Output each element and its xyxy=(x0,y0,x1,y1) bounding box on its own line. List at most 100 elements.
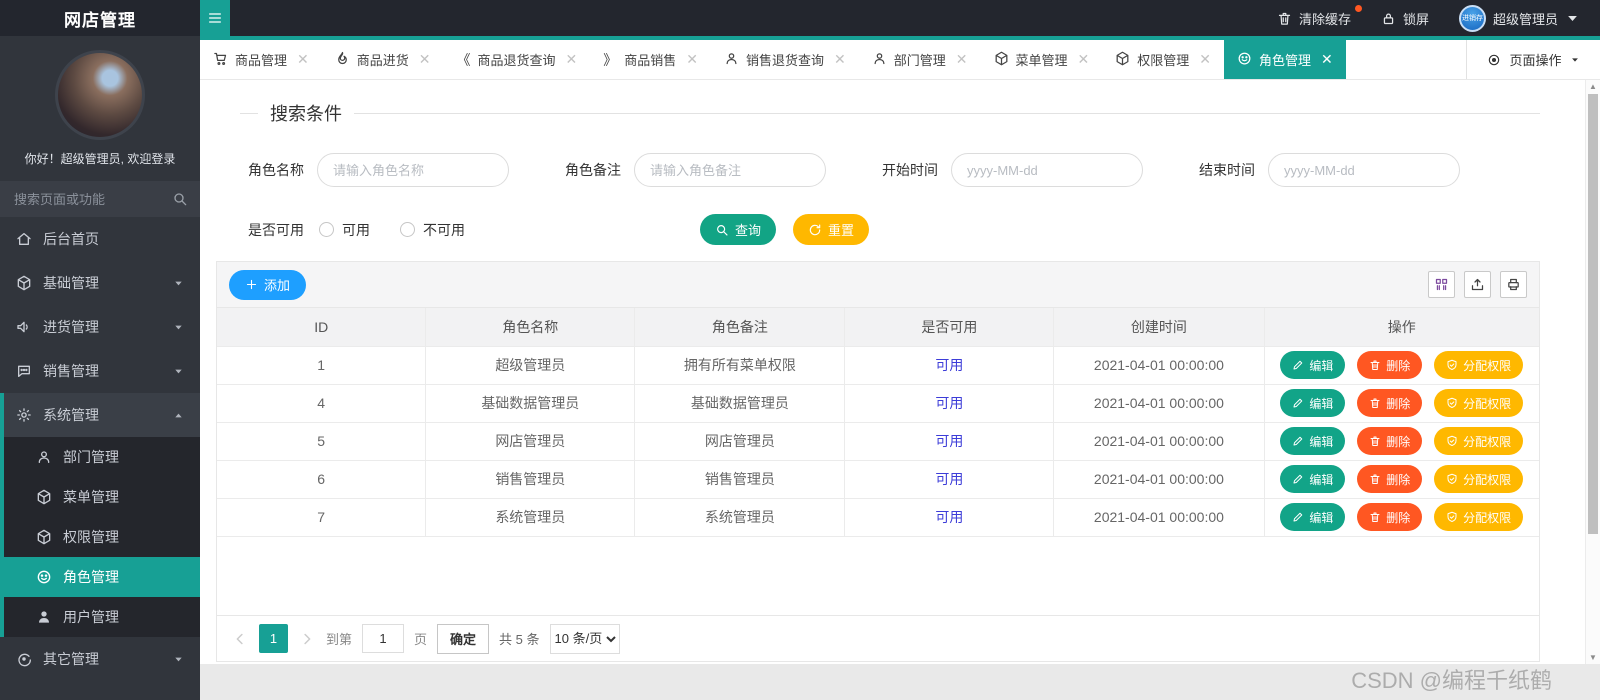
system-submenu: 部门管理 菜单管理 权限管理 角色管理 用户管理 xyxy=(4,437,200,637)
col-header-actions: 操作 xyxy=(1263,308,1539,347)
radio-enabled-no[interactable]: 不可用 xyxy=(400,220,465,240)
edit-button[interactable]: 编辑 xyxy=(1280,465,1346,493)
cell-role-name: 系统管理员 xyxy=(425,497,636,537)
sidebar-item-home[interactable]: 后台首页 xyxy=(0,217,200,261)
cell-enabled: 可用 xyxy=(844,345,1055,385)
trash-icon xyxy=(1369,435,1381,447)
pencil-icon xyxy=(1292,435,1304,447)
sidebar-item-other-mgmt[interactable]: 其它管理 xyxy=(0,637,200,681)
close-tab-icon[interactable]: ✕ xyxy=(834,51,846,68)
edit-button[interactable]: 编辑 xyxy=(1280,427,1346,455)
tab[interactable]: 商品管理 ✕ xyxy=(200,40,322,79)
assign-permissions-button[interactable]: 分配权限 xyxy=(1434,427,1524,455)
toggle-columns-button[interactable] xyxy=(1428,271,1455,298)
tab[interactable]: 菜单管理 ✕ xyxy=(981,40,1103,79)
divider xyxy=(354,112,1540,114)
assign-permissions-button[interactable]: 分配权限 xyxy=(1434,465,1524,493)
shield-check-icon xyxy=(1446,359,1458,371)
tab-label: 权限管理 xyxy=(1137,53,1190,68)
export-button[interactable] xyxy=(1464,271,1491,298)
tab[interactable]: 销售退货查询 ✕ xyxy=(711,40,859,79)
end-date-label: 结束时间 xyxy=(1199,162,1255,178)
confirm-page-button[interactable]: 确定 xyxy=(437,623,490,654)
sidebar-item-department-mgmt[interactable]: 部门管理 xyxy=(4,437,200,477)
sidebar-item-purchase-mgmt[interactable]: 进货管理 xyxy=(0,305,200,349)
reset-button[interactable]: 重置 xyxy=(793,214,870,245)
end-date-input[interactable] xyxy=(1268,153,1460,187)
radio-enabled-yes[interactable]: 可用 xyxy=(319,220,370,240)
delete-button[interactable]: 删除 xyxy=(1357,427,1423,455)
goto-page-input[interactable] xyxy=(362,624,405,653)
tab[interactable]: 权限管理 ✕ xyxy=(1102,40,1224,79)
role-name-input[interactable] xyxy=(317,153,509,187)
double-angle-icon: 《 xyxy=(456,51,471,68)
sidebar-item-basic-mgmt[interactable]: 基础管理 xyxy=(0,261,200,305)
cell-id: 5 xyxy=(217,421,427,461)
sidebar-item-sales-mgmt[interactable]: 销售管理 xyxy=(0,349,200,393)
sidebar-toggle-button[interactable] xyxy=(200,0,230,36)
query-button[interactable]: 查询 xyxy=(700,214,777,245)
sidebar-item-role-mgmt[interactable]: 角色管理 xyxy=(4,557,200,597)
close-tab-icon[interactable]: ✕ xyxy=(1199,51,1211,68)
sidebar-item-user-mgmt[interactable]: 用户管理 xyxy=(4,597,200,637)
page-size-select[interactable]: 10 条/页 xyxy=(549,623,620,654)
print-button[interactable] xyxy=(1500,271,1527,298)
lock-screen-button[interactable]: 锁屏 xyxy=(1381,9,1429,28)
assign-permissions-label: 分配权限 xyxy=(1463,434,1512,449)
assign-permissions-button[interactable]: 分配权限 xyxy=(1434,351,1524,379)
print-icon xyxy=(1506,277,1521,292)
close-tab-icon[interactable]: ✕ xyxy=(1321,51,1333,68)
prev-page-icon[interactable] xyxy=(231,630,249,648)
sidebar-item-label: 其它管理 xyxy=(43,651,99,667)
user-avatar[interactable] xyxy=(55,50,145,140)
export-icon xyxy=(1470,277,1485,292)
cell-role-remark: 销售管理员 xyxy=(634,459,846,499)
tab[interactable]: 》 商品销售 ✕ xyxy=(590,40,711,79)
sidebar-item-system-mgmt[interactable]: 系统管理 xyxy=(4,393,200,437)
sidebar-item-menu-mgmt[interactable]: 菜单管理 xyxy=(4,477,200,517)
tab[interactable]: 角色管理 ✕ xyxy=(1224,40,1346,79)
sidebar-item-label: 菜单管理 xyxy=(63,489,119,505)
sidebar-search-input[interactable] xyxy=(0,181,200,217)
close-tab-icon[interactable]: ✕ xyxy=(686,51,698,68)
current-page-button[interactable]: 1 xyxy=(259,624,288,653)
delete-button[interactable]: 删除 xyxy=(1357,503,1423,531)
assign-permissions-label: 分配权限 xyxy=(1463,396,1512,411)
tab-strip: 商品管理 ✕ 商品进货 ✕ 《 商品退货查询 ✕ 》 商品销售 ✕ 销售退货查询… xyxy=(200,40,1466,79)
hamburger-icon xyxy=(207,10,223,26)
sidebar-item-permission-mgmt[interactable]: 权限管理 xyxy=(4,517,200,557)
delete-button[interactable]: 删除 xyxy=(1357,389,1423,417)
scroll-down-icon[interactable]: ▼ xyxy=(1586,653,1600,662)
start-date-input[interactable] xyxy=(951,153,1143,187)
role-remark-input[interactable] xyxy=(634,153,826,187)
search-form-row-1: 角色名称 角色备注 开始时间 结束时间 xyxy=(240,153,1540,187)
trash-icon xyxy=(1369,511,1381,523)
tab[interactable]: 部门管理 ✕ xyxy=(859,40,981,79)
vertical-scrollbar[interactable]: ▲ ▼ xyxy=(1585,80,1600,664)
assign-permissions-button[interactable]: 分配权限 xyxy=(1434,389,1524,417)
edit-button[interactable]: 编辑 xyxy=(1280,503,1346,531)
scroll-up-icon[interactable]: ▲ xyxy=(1586,82,1600,91)
close-tab-icon[interactable]: ✕ xyxy=(956,51,968,68)
user-menu[interactable]: 进销存 超级管理员 xyxy=(1458,4,1580,32)
page-operations-menu[interactable]: 页面操作 xyxy=(1466,40,1600,79)
scrollbar-thumb[interactable] xyxy=(1588,94,1598,534)
delete-button[interactable]: 删除 xyxy=(1357,351,1423,379)
assign-permissions-button[interactable]: 分配权限 xyxy=(1434,503,1524,531)
edit-button[interactable]: 编辑 xyxy=(1280,389,1346,417)
caret-down-icon xyxy=(173,366,184,377)
search-form-row-2: 是否可用 可用 不可用 查询 重置 xyxy=(240,214,1540,245)
close-tab-icon[interactable]: ✕ xyxy=(1078,51,1090,68)
close-tab-icon[interactable]: ✕ xyxy=(419,51,431,68)
next-page-icon[interactable] xyxy=(298,630,316,648)
tab[interactable]: 商品进货 ✕ xyxy=(322,40,444,79)
clear-cache-button[interactable]: 清除缓存 xyxy=(1277,4,1362,28)
edit-button[interactable]: 编辑 xyxy=(1280,351,1346,379)
clear-cache-label: 清除缓存 xyxy=(1298,11,1351,27)
delete-button-label: 删除 xyxy=(1386,358,1411,373)
add-button[interactable]: 添加 xyxy=(229,269,307,300)
close-tab-icon[interactable]: ✕ xyxy=(297,51,309,68)
delete-button[interactable]: 删除 xyxy=(1357,465,1423,493)
tab[interactable]: 《 商品退货查询 ✕ xyxy=(444,40,591,79)
close-tab-icon[interactable]: ✕ xyxy=(566,51,578,68)
